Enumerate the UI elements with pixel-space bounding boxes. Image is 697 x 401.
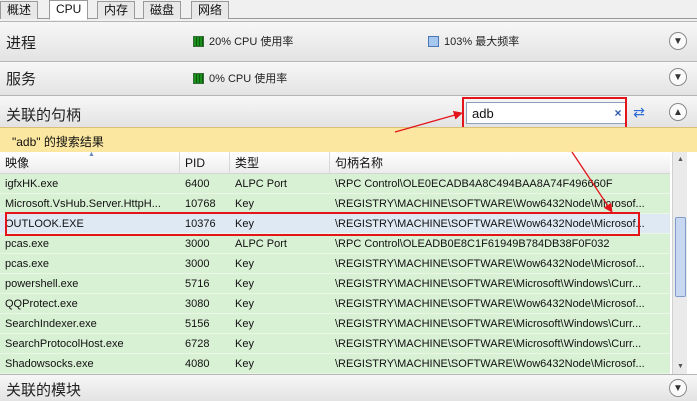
cell-handle-name: \REGISTRY\MACHINE\SOFTWARE\Microsoft\Win… [335,318,642,330]
cell-pid: 3080 [185,298,210,310]
cell-handle-name: \REGISTRY\MACHINE\SOFTWARE\Wow6432Node\M… [335,198,645,210]
table-row[interactable]: SearchProtocolHost.exe 6728 Key \REGISTRY\M… [0,334,670,354]
scroll-down-icon[interactable]: ▼ [673,359,688,374]
processes-title: 进程 [6,35,37,52]
services-cpu-text: 0% CPU 使用率 [209,73,288,85]
processes-freq-text: 103% 最大频率 [444,36,520,48]
scroll-thumb[interactable] [675,217,686,297]
cell-handle-name: \REGISTRY\MACHINE\SOFTWARE\Microsoft\Win… [335,278,642,290]
cell-image: pcas.exe [5,258,50,270]
tab-cpu[interactable]: CPU [49,0,89,20]
modules-expand-chevron-down-icon[interactable]: ▼ [669,379,687,397]
table-row[interactable]: Microsoft.VsHub.Server.HttpH... 10768 Key \… [0,194,670,214]
table-row[interactable]: SearchIndexer.exe 5156 Key \REGISTRY\MACHIN… [0,314,670,334]
table-row[interactable]: pcas.exe 3000 ALPC Port \RPC Control\OLEADB… [0,234,670,254]
max-frequency-swatch [428,35,439,47]
services-section[interactable]: 服务 0% CPU 使用率 ▼ [0,61,697,95]
cpu-usage-swatch [193,72,204,84]
processes-cpu-metric: 20% CPU 使用率 [193,33,293,49]
services-expand-chevron-down-icon[interactable]: ▼ [669,68,687,86]
processes-cpu-text: 20% CPU 使用率 [209,36,294,48]
vertical-scrollbar[interactable]: ▲ ▼ [672,152,687,374]
cell-image: pcas.exe [5,238,50,250]
column-type[interactable]: 类型 [230,152,330,174]
cell-type: Key [235,358,254,370]
cell-pid: 6728 [185,338,210,350]
cell-type: Key [235,338,254,350]
cell-type: ALPC Port [235,238,287,250]
cell-pid: 10768 [185,198,216,210]
cell-pid: 5156 [185,318,210,330]
cell-pid: 3000 [185,258,210,270]
cell-handle-name: \RPC Control\OLEADB0E8C1F61949B784DB38F0… [335,238,610,250]
cell-handle-name: \REGISTRY\MACHINE\SOFTWARE\Wow6432Node\M… [335,258,645,270]
cell-type: ALPC Port [235,178,287,190]
cell-handle-name: \REGISTRY\MACHINE\SOFTWARE\Microsoft\Win… [335,338,642,350]
cell-image: igfxHK.exe [5,178,59,190]
processes-freq-metric: 103% 最大频率 [428,33,519,49]
modules-title: 关联的模块 [6,382,82,399]
cell-pid: 3000 [185,238,210,250]
services-title: 服务 [6,71,37,88]
table-row[interactable]: Shadowsocks.exe 4080 Key \REGISTRY\MACHINE\… [0,354,670,374]
search-results-label: "adb" 的搜索结果 [12,135,104,149]
cell-pid: 5716 [185,278,210,290]
cell-type: Key [235,278,254,290]
search-go-icon[interactable]: ⇄ [630,104,648,122]
selected-row-highlight-box [5,212,640,236]
column-handle-name[interactable]: 句柄名称 [330,152,670,174]
cell-handle-name: \REGISTRY\MACHINE\SOFTWARE\Wow6432Node\M… [335,358,645,370]
cell-image: QQProtect.exe [5,298,78,310]
processes-section[interactable]: 进程 20% CPU 使用率 103% 最大频率 ▼ [0,21,697,61]
table-row[interactable]: igfxHK.exe 6400 ALPC Port \RPC Control\OLE0… [0,174,670,194]
table-header: 映像 ▲ PID 类型 句柄名称 [0,151,670,174]
handles-table: 映像 ▲ PID 类型 句柄名称 igfxHK.exe 6400 ALPC Port… [0,151,697,374]
scroll-up-icon[interactable]: ▲ [673,152,688,167]
tab-bar: 概述 CPU 内存 磁盘 网络 [0,0,697,20]
cell-type: Key [235,318,254,330]
cell-image: SearchIndexer.exe [5,318,97,330]
cell-pid: 6400 [185,178,210,190]
cpu-usage-swatch [193,35,204,47]
table-body: igfxHK.exe 6400 ALPC Port \RPC Control\OLE0… [0,174,670,374]
cell-image: powershell.exe [5,278,79,290]
search-highlight-box [462,97,627,130]
tab-network[interactable]: 网络 [191,1,230,19]
handles-collapse-chevron-up-icon[interactable]: ▲ [669,103,687,121]
column-pid[interactable]: PID [180,152,230,174]
handles-title: 关联的句柄 [6,107,82,124]
cell-image: Microsoft.VsHub.Server.HttpH... [5,198,161,210]
tab-overview[interactable]: 概述 [0,1,39,19]
cell-image: SearchProtocolHost.exe [5,338,124,350]
cell-handle-name: \REGISTRY\MACHINE\SOFTWARE\Wow6432Node\M… [335,298,645,310]
table-row[interactable]: powershell.exe 5716 Key \REGISTRY\MACHINE\S… [0,274,670,294]
services-cpu-metric: 0% CPU 使用率 [193,70,287,86]
processes-expand-chevron-down-icon[interactable]: ▼ [669,32,687,50]
sort-ascending-icon: ▲ [88,151,95,158]
cell-handle-name: \RPC Control\OLE0ECADB4A8C494BAA8A74F496… [335,178,613,190]
tab-memory[interactable]: 内存 [97,1,136,19]
cell-pid: 4080 [185,358,210,370]
modules-section[interactable]: 关联的模块 ▼ [0,374,697,401]
cell-type: Key [235,198,254,210]
tab-disk[interactable]: 磁盘 [143,1,182,19]
cell-type: Key [235,298,254,310]
cell-image: Shadowsocks.exe [5,358,94,370]
search-results-banner: "adb" 的搜索结果 [0,127,697,152]
cell-type: Key [235,258,254,270]
table-row[interactable]: pcas.exe 3000 Key \REGISTRY\MACHINE\SOFTWAR… [0,254,670,274]
table-row[interactable]: QQProtect.exe 3080 Key \REGISTRY\MACHINE\SO… [0,294,670,314]
